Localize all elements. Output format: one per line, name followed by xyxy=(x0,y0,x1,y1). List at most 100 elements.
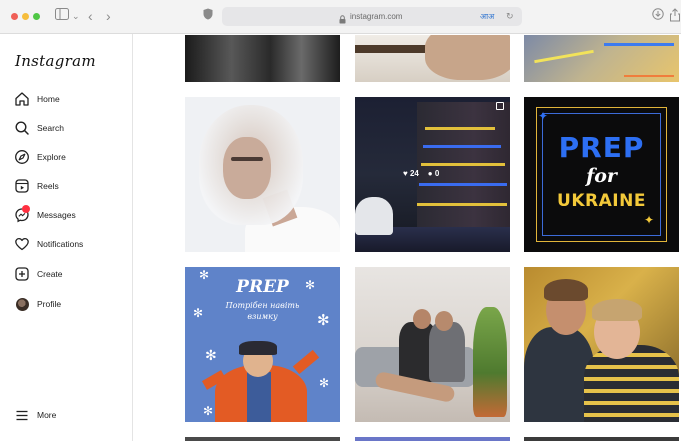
snowflake-icon: ✻ xyxy=(205,347,217,363)
sidebar-item-label: Messages xyxy=(37,210,76,220)
photo-detail xyxy=(534,49,594,64)
photo-detail xyxy=(223,137,271,199)
photo-detail xyxy=(413,309,431,329)
snowflake-icon: ✻ xyxy=(193,306,204,320)
reels-icon xyxy=(14,178,30,194)
photo-detail xyxy=(425,127,495,130)
lock-icon xyxy=(339,11,346,24)
snowflake-icon: ✻ xyxy=(199,268,210,282)
minimize-window-button[interactable] xyxy=(22,13,29,20)
sidebar-item-label: Explore xyxy=(37,152,66,162)
photo-detail xyxy=(624,75,674,77)
poster-subtitle-line: Потрібен навіть xyxy=(225,301,300,310)
photo-detail xyxy=(544,279,588,301)
sidebar-item-more[interactable]: More xyxy=(14,406,126,426)
sidebar-item-label: Create xyxy=(37,269,63,279)
address-bar[interactable]: instagram.com आअ ↻ xyxy=(222,7,522,26)
post-thumbnail[interactable] xyxy=(355,267,510,422)
reload-icon[interactable]: ↻ xyxy=(506,10,514,22)
poster-subtitle-line: взимку xyxy=(247,312,278,321)
compass-icon xyxy=(14,149,30,165)
instagram-sidebar: Instagram Home Search Explore Reels Mess… xyxy=(0,34,133,441)
profile-avatar xyxy=(14,296,30,312)
poster-subtitle: UKRAINE xyxy=(557,191,646,211)
photo-detail xyxy=(419,183,507,186)
photo-detail xyxy=(239,341,277,355)
comment-icon: ● xyxy=(427,169,433,178)
zoom-window-button[interactable] xyxy=(33,13,40,20)
sidebar-item-label: Notifications xyxy=(37,239,84,249)
sidebar-item-create[interactable]: Create xyxy=(14,265,126,285)
post-thumbnail[interactable]: PREP Потрібен навіть взимку ✻ ✻ ✻ ✻ ✻ ✻ … xyxy=(185,267,340,422)
translate-icon[interactable]: आअ xyxy=(480,11,494,22)
sidebar-item-profile[interactable]: Profile xyxy=(14,295,126,315)
photo-detail xyxy=(423,145,501,148)
poster-for: for xyxy=(586,165,617,187)
post-thumbnail[interactable] xyxy=(524,267,679,422)
photo-detail xyxy=(584,345,679,422)
sidebar-item-home[interactable]: Home xyxy=(14,90,126,110)
photo-detail xyxy=(435,311,453,331)
photo-detail xyxy=(292,349,320,375)
photo-detail xyxy=(604,43,674,46)
poster-title: PREP xyxy=(558,131,645,164)
post-thumbnail[interactable] xyxy=(185,97,340,252)
download-icon[interactable] xyxy=(652,8,664,24)
photo-detail xyxy=(429,322,465,382)
post-thumbnail[interactable] xyxy=(355,437,510,441)
post-stats-overlay: ♥ 24 ● 0 xyxy=(403,168,439,180)
sidebar-item-label: Reels xyxy=(37,181,59,191)
photo-detail xyxy=(473,307,507,417)
profile-post-grid: ♥ 24 ● 0 ✦ ✦ PREP for UKRAINE PREP Потрі… xyxy=(134,35,681,441)
heart-icon xyxy=(14,236,30,252)
unread-badge xyxy=(22,205,30,213)
plus-square-icon xyxy=(14,266,30,282)
comment-count: 0 xyxy=(434,169,440,178)
post-thumbnail[interactable]: ✦ ✦ PREP for UKRAINE xyxy=(524,97,679,252)
chevron-down-icon[interactable]: ⌄ xyxy=(72,8,80,24)
close-window-button[interactable] xyxy=(11,13,18,20)
photo-detail xyxy=(355,197,393,235)
photo-detail xyxy=(247,372,271,422)
post-thumbnail-hovered[interactable]: ♥ 24 ● 0 xyxy=(355,97,510,252)
sidebar-item-label: Profile xyxy=(37,299,62,309)
post-thumbnail[interactable] xyxy=(524,35,679,82)
instagram-logo[interactable]: Instagram xyxy=(15,52,96,70)
snowflake-icon: ✻ xyxy=(317,312,330,329)
sidebar-item-label: Search xyxy=(37,123,64,133)
post-thumbnail[interactable] xyxy=(185,437,340,441)
sidebar-item-notifications[interactable]: Notifications xyxy=(14,235,126,255)
post-thumbnail[interactable] xyxy=(355,35,510,82)
avatar-image xyxy=(16,298,29,311)
photo-detail xyxy=(592,299,642,321)
dove-icon: ✦ xyxy=(538,109,549,123)
carousel-icon xyxy=(496,102,504,110)
photo-detail xyxy=(355,45,435,53)
browser-toolbar: ⌄ ‹ › instagram.com आअ ↻ xyxy=(0,0,681,34)
snowflake-icon: ✻ xyxy=(305,278,316,292)
address-url: instagram.com xyxy=(350,12,403,21)
sidebar-item-explore[interactable]: Explore xyxy=(14,148,126,168)
photo-detail xyxy=(417,203,507,206)
sidebar-item-label: Home xyxy=(37,94,60,104)
back-arrow-icon[interactable]: ‹ xyxy=(88,8,93,24)
sidebar-item-label: More xyxy=(37,410,57,420)
photo-detail xyxy=(231,157,263,161)
browser-window: ⌄ ‹ › instagram.com आअ ↻ Instagram Home … xyxy=(0,0,681,441)
forward-arrow-icon[interactable]: › xyxy=(106,8,111,24)
sidebar-item-search[interactable]: Search xyxy=(14,119,126,139)
search-icon xyxy=(14,120,30,136)
snowflake-icon: ✻ xyxy=(203,404,214,418)
heart-icon: ♥ xyxy=(403,169,408,178)
post-thumbnail[interactable] xyxy=(185,35,340,82)
snowflake-icon: ✻ xyxy=(319,376,330,390)
post-thumbnail[interactable] xyxy=(524,437,679,441)
sidebar-item-reels[interactable]: Reels xyxy=(14,177,126,197)
sidebar-item-messages[interactable]: Messages xyxy=(14,205,126,226)
share-icon[interactable] xyxy=(669,8,681,26)
messenger-icon xyxy=(14,205,30,223)
shield-icon[interactable] xyxy=(203,8,213,24)
sidebar-toggle-icon[interactable] xyxy=(55,8,69,24)
hamburger-menu-icon xyxy=(14,407,30,423)
home-icon xyxy=(14,91,30,107)
